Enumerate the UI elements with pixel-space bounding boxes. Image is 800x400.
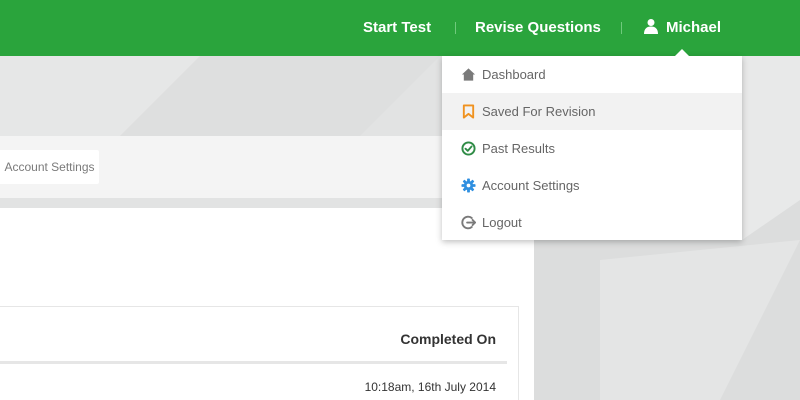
table-cell-completed-on: 10:18am, 16th July 2014 [364, 380, 496, 394]
menu-item-saved-for-revision[interactable]: Saved For Revision [442, 93, 742, 130]
nav-start-test[interactable]: Start Test [363, 0, 431, 56]
menu-item-label: Dashboard [482, 67, 546, 82]
nav-separator [621, 22, 622, 34]
logout-icon [461, 215, 476, 230]
nav-separator [455, 22, 456, 34]
nav-user-menu[interactable]: Michael [643, 0, 721, 56]
bookmark-icon [462, 104, 475, 119]
column-header-completed-on: Completed On [400, 331, 496, 347]
top-navbar: Start Test Revise Questions Michael [0, 0, 800, 56]
header-divider [0, 361, 507, 364]
check-circle-icon [461, 141, 476, 156]
menu-item-label: Past Results [482, 141, 555, 156]
menu-item-dashboard[interactable]: Dashboard [442, 56, 742, 93]
user-dropdown-menu: Dashboard Saved For Revision Past Result… [442, 56, 742, 240]
gear-icon [461, 178, 476, 193]
home-icon [461, 68, 476, 81]
menu-item-logout[interactable]: Logout [442, 204, 742, 241]
tab-account-settings[interactable]: Account Settings [0, 150, 99, 184]
menu-item-label: Saved For Revision [482, 104, 596, 119]
menu-item-label: Logout [482, 215, 522, 230]
nav-revise-questions[interactable]: Revise Questions [475, 0, 601, 56]
menu-item-label: Account Settings [482, 178, 580, 193]
user-icon [644, 19, 658, 34]
menu-item-account-settings[interactable]: Account Settings [442, 167, 742, 204]
dropdown-caret [675, 49, 689, 56]
menu-item-past-results[interactable]: Past Results [442, 130, 742, 167]
user-name: Michael [666, 19, 722, 36]
results-table: Completed On 10:18am, 16th July 2014 [0, 306, 519, 400]
